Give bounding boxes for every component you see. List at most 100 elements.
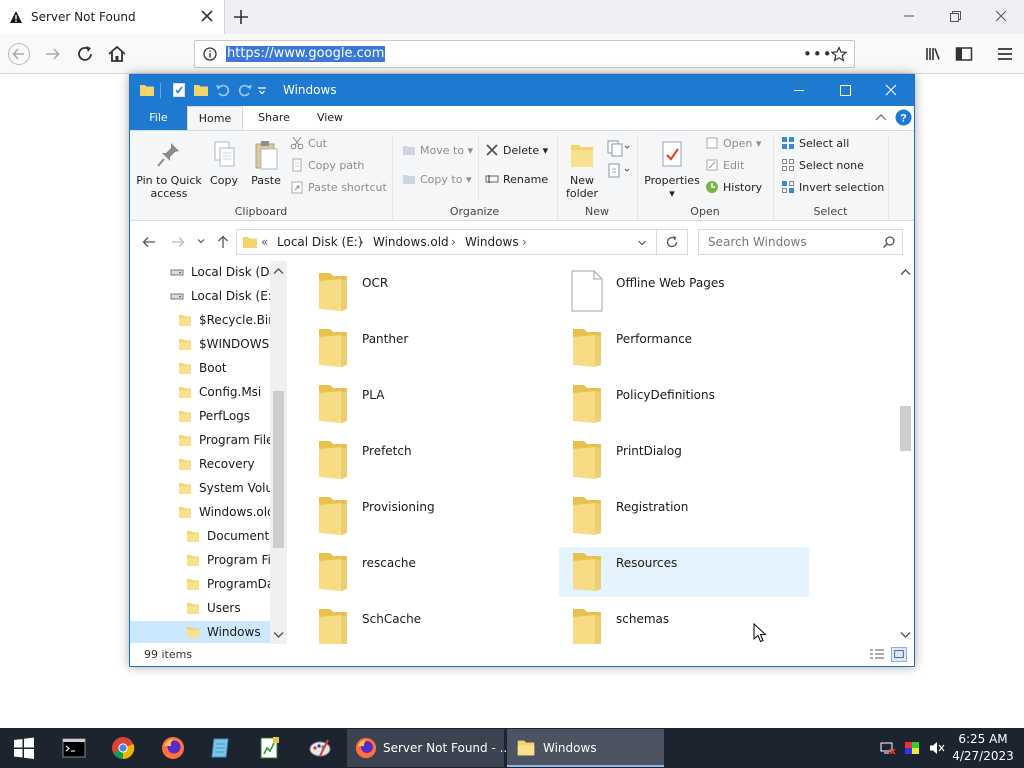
history-button[interactable]: History [705,179,762,197]
folder-item[interactable]: PolicyDefinitions [559,379,809,429]
easy-access-icon[interactable] [606,162,630,180]
new-tab-icon[interactable] [232,8,250,26]
tree-item[interactable]: System Volume [130,477,270,499]
folder-item[interactable]: Resources [559,547,809,597]
folder-item[interactable]: Registration [559,491,809,541]
folder-item[interactable]: Prefetch [305,435,555,485]
copy-button[interactable]: Copy [206,139,242,187]
new-folder-button[interactable]: New folder [562,139,602,200]
invert-selection-button[interactable]: Invert selection [781,179,884,197]
rename-button[interactable]: Rename [485,171,548,189]
breadcrumb-overflow[interactable]: « [261,235,268,249]
volume-muted-icon[interactable] [928,740,946,756]
tab-home[interactable]: Home [187,106,243,130]
tree-item[interactable]: Program Files [130,429,270,451]
copy-to-button[interactable]: Copy to ▾ [402,171,471,189]
file-item[interactable]: Offline Web Pages [559,267,809,317]
new-folder-qa-icon[interactable] [193,82,209,98]
bookmark-star-icon[interactable] [831,46,847,62]
pin-to-quick-access-button[interactable]: Pin to Quick access [136,139,202,200]
display-icon[interactable] [904,740,920,756]
tree-item[interactable]: Config.Msi [130,381,270,403]
folder-item[interactable]: rescache [305,547,555,597]
folder-item[interactable]: OCR [305,267,555,317]
taskbar-task-explorer[interactable]: Windows [507,729,664,767]
tree-item[interactable]: Users [130,597,270,619]
folder-item[interactable]: Performance [559,323,809,373]
breadcrumb-local-disk-e[interactable]: Local Disk (E:) [277,235,363,249]
minimize-icon[interactable] [898,6,920,26]
properties-qa-icon[interactable] [171,82,187,98]
recent-locations-chevron-icon[interactable] [196,236,206,246]
tab-file[interactable]: File [130,106,187,130]
reload-icon[interactable] [74,43,96,65]
home-icon[interactable] [106,43,128,65]
url-text[interactable]: https://www.google.com [226,46,386,62]
up-icon[interactable] [215,234,231,250]
customize-qa-chevron-icon[interactable] [257,82,267,98]
nav-pane-scrollbar[interactable] [270,261,287,644]
open-button[interactable]: Open ▾ [705,135,761,153]
taskbar-task-firefox[interactable]: Server Not Found - ... [347,729,511,767]
tree-item[interactable]: Documents [130,525,270,547]
tree-item[interactable]: Windows [130,621,270,643]
tab-view[interactable]: View [305,106,355,130]
address-history-chevron-icon[interactable] [637,238,647,248]
terminal-icon[interactable] [62,736,86,760]
tree-item[interactable]: PerfLogs [130,405,270,427]
library-icon[interactable] [922,43,944,65]
tree-item[interactable]: $WINDOWS.~ [130,333,270,355]
nav-pane-scroll-thumb[interactable] [273,391,284,548]
explorer-close-icon[interactable] [868,75,914,106]
refresh-button[interactable] [657,229,688,255]
cut-button[interactable]: Cut [290,135,327,153]
scroll-down-icon[interactable] [900,631,911,639]
menu-icon[interactable] [994,43,1016,65]
folder-item[interactable]: schemas [559,603,809,644]
breadcrumb-windows[interactable]: Windows [465,235,519,249]
start-windows-icon[interactable] [12,736,36,760]
explorer-maximize-icon[interactable] [822,75,868,106]
file-list-scrollbar[interactable] [897,261,914,644]
tree-item[interactable]: Recovery [130,453,270,475]
tree-item[interactable]: Local Disk (E:) [130,285,270,307]
select-none-button[interactable]: Select none [781,157,864,175]
help-icon[interactable]: ? [895,109,912,126]
network-error-icon[interactable] [880,740,896,756]
tree-item[interactable]: Program Fil [130,549,270,571]
paint-icon[interactable] [308,736,332,760]
firefox-icon[interactable] [161,736,185,760]
restore-icon[interactable] [944,6,966,26]
sidebar-icon[interactable] [953,43,975,65]
folder-icon[interactable] [139,82,155,98]
address-bar[interactable]: « Local Disk (E:) › Windows.old › Window… [236,229,657,255]
close-tab-icon[interactable] [199,8,215,24]
tree-item[interactable]: ProgramDat [130,573,270,595]
back-icon[interactable] [141,234,157,250]
notepad-icon[interactable] [209,736,233,760]
paste-button[interactable]: Paste [246,139,286,187]
move-to-button[interactable]: Move to ▾ [402,142,473,160]
scroll-up-icon[interactable] [273,267,284,275]
tab-share[interactable]: Share [248,106,300,130]
breadcrumb-windows-old[interactable]: Windows.old [373,235,449,249]
search-box[interactable]: Search Windows [698,229,903,255]
info-icon[interactable] [203,47,217,61]
scroll-up-icon[interactable] [900,268,911,276]
explorer-minimize-icon[interactable] [776,75,822,106]
new-item-icon[interactable] [606,139,630,157]
undo-icon[interactable] [215,82,231,98]
collapse-ribbon-icon[interactable] [874,112,888,124]
folder-item[interactable]: PrintDialog [559,435,809,485]
folder-item[interactable]: Provisioning [305,491,555,541]
close-window-icon[interactable] [990,6,1012,26]
file-list-scroll-thumb[interactable] [900,406,911,451]
copy-path-button[interactable]: Copy path [290,157,364,175]
back-icon[interactable] [8,43,30,65]
large-icons-view-icon[interactable] [891,647,907,662]
tree-item[interactable]: Windows.old [130,501,270,523]
folder-item[interactable]: PLA [305,379,555,429]
url-bar[interactable]: https://www.google.com ••• [194,40,855,68]
forward-icon[interactable] [170,234,186,250]
spreadsheet-icon[interactable] [258,736,282,760]
